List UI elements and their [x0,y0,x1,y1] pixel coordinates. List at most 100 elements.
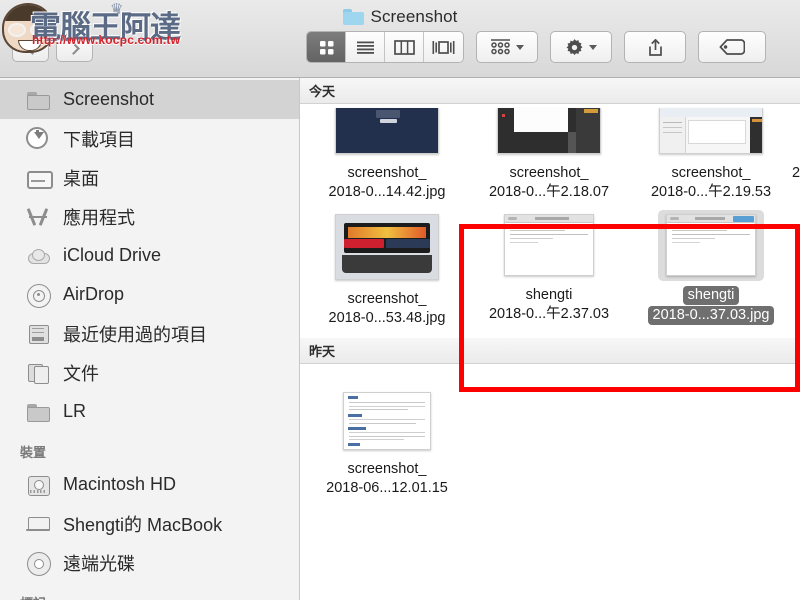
sidebar-item-label: iCloud Drive [63,245,162,265]
file-thumbnail [335,214,439,280]
file-label-selected: shengti 2018-0...37.03.jpg [630,286,792,325]
navigation-buttons [12,34,93,62]
arrange-grid-icon [491,38,510,54]
file-row: screenshot_ 2018-0...14.42.jpg screensho… [300,104,800,202]
sidebar-item-macintosh-hd[interactable]: Macintosh HD [0,465,299,504]
file-label: screenshot_ 2018-0...14.42.jpg [328,165,446,200]
sidebar: Screenshot 下載項目 桌面 應用程式 iCloud Drive Air… [0,78,300,600]
download-icon [26,126,50,151]
sidebar-item-applications[interactable]: 應用程式 [0,197,299,236]
forward-button[interactable] [56,34,93,62]
folder-icon [342,8,364,25]
icon-view-button[interactable] [307,32,346,62]
toolbar [306,31,766,63]
gear-icon [566,38,583,55]
sidebar-item-label: 遠端光碟 [63,553,135,574]
file-item[interactable]: shengti 2018-0...午2.37.03 [468,210,630,328]
file-thumbnail [497,108,601,154]
tag-button[interactable] [698,31,766,63]
sidebar-item-airdrop[interactable]: AirDrop [0,275,299,314]
desktop-icon [26,166,53,190]
file-grid-area[interactable]: 今天 screenshot_ 2018-0...14.42.jpg screen… [300,78,800,600]
file-item[interactable]: 2 [792,104,800,202]
group-header-yesterday: 昨天 [300,338,800,364]
file-thumbnail [666,214,756,276]
columns-icon [393,39,415,55]
sidebar-item-documents[interactable]: 文件 [0,353,299,392]
sidebar-section-devices: 裝置 [20,445,47,460]
sidebar-item-label: 桌面 [63,168,99,189]
documents-icon [26,361,50,385]
file-thumbnail [504,214,594,276]
file-item[interactable]: screenshot_ 2018-0...53.48.jpg [306,210,468,328]
chevron-left-icon [25,41,39,55]
sidebar-item-icloud-drive[interactable]: iCloud Drive [0,236,299,275]
file-thumbnail [335,108,439,154]
file-item[interactable]: screenshot_ 2018-0...午2.19.53 [630,104,792,202]
sidebar-item-lr[interactable]: LR [0,392,299,431]
disc-icon [26,551,51,576]
sidebar-item-macbook[interactable]: Shengti的 MacBook [0,504,299,543]
sidebar-item-label: 應用程式 [63,207,135,228]
window-body: Screenshot 下載項目 桌面 應用程式 iCloud Drive Air… [0,78,800,600]
file-label: screenshot_ 2018-06...12.01.15 [326,461,448,496]
page-title: Screenshot [370,6,458,26]
file-label: screenshot_ 2018-0...午2.19.53 [650,165,772,200]
finder-window: Screenshot Screenshot 下載項目 桌面 應用程式 iClou… [0,0,800,600]
file-item[interactable]: screenshot_ 2018-0...14.42.jpg [306,104,468,202]
gallery-icon [432,40,455,54]
file-row: screenshot_ 2018-0...53.48.jpg shengti 2… [300,210,800,328]
sidebar-item-label: Macintosh HD [63,474,177,494]
laptop-icon [26,512,50,536]
sidebar-item-label: 下載項目 [63,129,135,150]
sidebar-item-recents[interactable]: 最近使用過的項目 [0,314,299,353]
sidebar-item-remote-disc[interactable]: 遠端光碟 [0,543,299,582]
file-thumbnail [659,108,763,154]
grid-icon [319,40,333,54]
file-label: 2 [792,165,800,181]
file-thumbnail [343,392,431,450]
column-view-button[interactable] [385,32,424,62]
sidebar-item-label: AirDrop [63,284,125,304]
share-icon [648,38,662,56]
applications-icon [26,205,50,229]
list-view-button[interactable] [346,32,385,62]
titlebar: Screenshot [0,0,800,78]
sidebar-section-tags: 標記 [0,582,299,600]
file-label: shengti 2018-0...午2.37.03 [488,287,610,322]
recents-icon [26,322,50,346]
sidebar-item-desktop[interactable]: 桌面 [0,158,299,197]
window-title-row: Screenshot [0,0,800,30]
sidebar-item-label: Screenshot [63,89,155,109]
file-row: screenshot_ 2018-06...12.01.15 [300,388,800,498]
folder-icon [26,88,50,112]
file-item[interactable]: screenshot_ 2018-0...午2.18.07 [468,104,630,202]
file-label: screenshot_ 2018-0...午2.18.07 [488,165,610,200]
chevron-down-icon [589,44,597,50]
back-button[interactable] [12,34,49,62]
group-header-today: 今天 [300,78,800,104]
sidebar-item-downloads[interactable]: 下載項目 [0,119,299,158]
sidebar-item-label: 文件 [63,363,99,384]
action-menu-button[interactable] [550,31,612,63]
list-icon [356,41,374,54]
arrange-button[interactable] [476,31,538,63]
sidebar-item-screenshot[interactable]: Screenshot [0,80,299,119]
selection-highlight [658,210,764,281]
airdrop-icon [26,283,51,308]
file-item[interactable]: screenshot_ 2018-06...12.01.15 [306,388,468,498]
harddisk-icon [26,473,50,497]
view-mode-segmented-control [306,31,464,63]
folder-icon [26,400,50,424]
sidebar-item-label: 最近使用過的項目 [63,324,207,345]
cloud-icon [26,244,50,268]
chevron-right-icon [66,41,80,55]
file-label: screenshot_ 2018-0...53.48.jpg [328,291,446,326]
chevron-down-icon [516,44,524,50]
share-button[interactable] [624,31,686,63]
tag-icon [719,39,745,55]
file-item-selected[interactable]: shengti 2018-0...37.03.jpg [630,210,792,328]
gallery-view-button[interactable] [424,32,463,62]
sidebar-item-label: LR [63,401,87,421]
sidebar-item-label: Shengti的 MacBook [63,514,223,535]
